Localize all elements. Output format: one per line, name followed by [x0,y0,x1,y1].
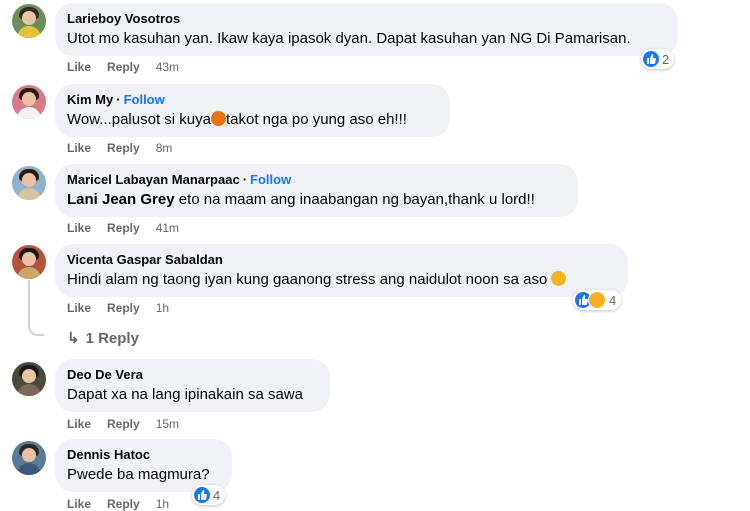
separator-dot: · [116,92,121,107]
reply-button[interactable]: Reply [107,417,140,431]
like-button[interactable]: Like [67,497,91,511]
like-button[interactable]: Like [67,301,91,315]
comment-author[interactable]: Larieboy Vosotros [67,11,666,27]
comment-text: Pwede ba magmura? [67,466,210,483]
like-reaction-icon [194,487,210,503]
comment-text: Lani Jean Grey eto na maam ang inaabanga… [67,191,535,208]
comment-actions: Like Reply 43m [67,60,195,74]
comment-bubble: Vicenta Gaspar Sabaldan Hindi alam ng ta… [55,244,628,297]
mention-link[interactable]: Lani Jean Grey [67,191,175,208]
comment-text: Dapat xa na lang ipinakain sa sawa [67,386,303,403]
comment-author[interactable]: Deo De Vera [67,367,318,383]
reply-button[interactable]: Reply [107,497,140,511]
avatar[interactable] [12,166,46,200]
comment-author[interactable]: Dennis Hatoc [67,447,220,463]
reply-arrow-icon: ↳ [67,330,80,347]
comment-bubble: Kim My · Follow Wow...palusot si kuya takot… [55,84,450,137]
like-button[interactable]: Like [67,141,91,155]
reply-button[interactable]: Reply [107,141,140,155]
reply-button[interactable]: Reply [107,60,140,74]
replies-label: 1 Reply [85,330,139,347]
reply-button[interactable]: Reply [107,301,140,315]
reaction-count: 2 [662,51,670,67]
view-replies-button[interactable]: ↳ 1 Reply [67,329,139,347]
avatar[interactable] [12,362,46,396]
reaction-count: 4 [609,292,617,308]
follow-button[interactable]: Follow [124,92,165,107]
avatar[interactable] [12,4,46,38]
reply-button[interactable]: Reply [107,221,140,235]
angry-emoji-icon [210,111,226,126]
comment-bubble: Larieboy Vosotros Utot mo kasuhan yan. I… [55,3,678,56]
reaction-summary[interactable]: 4 [573,290,622,310]
separator-dot: · [242,172,248,187]
avatar[interactable] [12,441,46,475]
comment-text: Utot mo kasuhan yan. Ikaw kaya ipasok dy… [67,30,631,47]
sad-emoji-icon [551,271,567,286]
comment-author[interactable]: Kim My [67,92,113,107]
like-button[interactable]: Like [67,417,91,431]
thread-connector [28,320,44,336]
comment-text: Hindi alam ng taong iyan kung gaanong st… [67,270,616,290]
comment-timestamp[interactable]: 15m [156,417,179,431]
comment-bubble: Deo De Vera Dapat xa na lang ipinakain s… [55,359,330,412]
comment-timestamp[interactable]: 41m [156,221,179,235]
thread-line [28,280,30,320]
comment-actions: Like Reply 15m [67,417,195,431]
comment-actions: Like Reply 1h [67,497,185,511]
avatar[interactable] [12,245,46,279]
comment-actions: Like Reply 1h [67,301,185,315]
reaction-summary[interactable]: 4 [192,485,226,505]
comment-timestamp[interactable]: 43m [156,60,179,74]
comment-actions: Like Reply 8m [67,141,188,155]
like-button[interactable]: Like [67,221,91,235]
comment-author[interactable]: Maricel Labayan Manarpaac [67,172,240,187]
reaction-count: 4 [213,487,221,503]
like-reaction-icon [643,51,659,67]
comment-timestamp[interactable]: 1h [156,497,169,511]
like-button[interactable]: Like [67,60,91,74]
comment-author[interactable]: Vicenta Gaspar Sabaldan [67,252,616,268]
sad-reaction-icon [588,291,606,309]
follow-button[interactable]: Follow [250,172,291,187]
comment-bubble: Maricel Labayan Manarpaac · Follow Lani Je… [55,164,578,217]
avatar[interactable] [12,85,46,119]
comment-timestamp[interactable]: 1h [156,301,169,315]
reaction-summary[interactable]: 2 [641,49,675,69]
comment-timestamp[interactable]: 8m [156,141,173,155]
comment-actions: Like Reply 41m [67,221,195,235]
comment-text: Wow...palusot si kuya takot nga po yung a… [67,111,407,128]
